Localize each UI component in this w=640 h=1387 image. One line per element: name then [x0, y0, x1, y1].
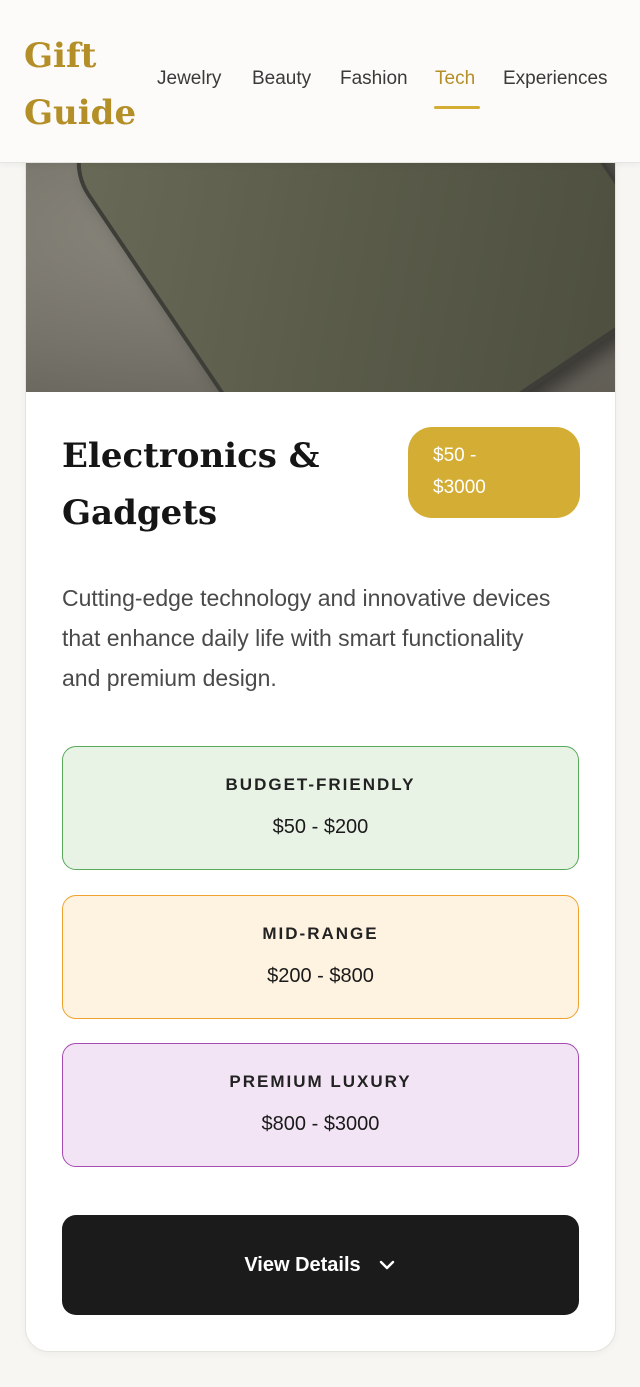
nav-item-experiences[interactable]: Experiences	[503, 66, 608, 92]
chevron-down-icon	[379, 1260, 394, 1270]
tier-range: $800 - $3000	[261, 1113, 380, 1135]
active-tab-indicator	[434, 106, 480, 109]
logo-line-1: Gift	[24, 36, 97, 76]
logo-line-2: Guide	[24, 93, 137, 133]
tier-name: MID-RANGE	[262, 924, 379, 943]
tier-budget-friendly: BUDGET-FRIENDLY $50 - $200	[62, 746, 579, 870]
price-range-badge: $50 - $3000	[408, 427, 580, 518]
tier-name: BUDGET-FRIENDLY	[225, 775, 416, 794]
category-card: Electronics & Gadgets $50 - $3000 Cuttin…	[25, 120, 616, 1352]
price-badge-line-2: $3000	[433, 477, 486, 498]
logo[interactable]: Gift Guide	[24, 28, 154, 142]
view-details-label: View Details	[244, 1253, 361, 1276]
site-header: Gift Guide Jewelry Beauty Fashion Tech E…	[0, 0, 640, 163]
nav-item-tech[interactable]: Tech	[435, 66, 475, 92]
nav-item-jewelry[interactable]: Jewelry	[157, 66, 221, 92]
price-badge-line-1: $50 -	[433, 445, 477, 466]
card-title-line-1: Electronics &	[62, 436, 320, 476]
nav-item-beauty[interactable]: Beauty	[252, 66, 311, 92]
nav-item-fashion[interactable]: Fashion	[340, 66, 408, 92]
card-title-line-2: Gadgets	[62, 493, 218, 533]
card-description: Cutting-edge technology and innovative d…	[62, 585, 551, 691]
tier-range: $200 - $800	[267, 965, 374, 987]
tier-name: PREMIUM LUXURY	[229, 1072, 412, 1091]
card-title: Electronics & Gadgets	[62, 428, 362, 542]
view-details-button[interactable]: View Details	[62, 1215, 579, 1315]
tier-premium-luxury: PREMIUM LUXURY $800 - $3000	[62, 1043, 579, 1167]
tier-range: $50 - $200	[272, 816, 369, 838]
tier-mid-range: MID-RANGE $200 - $800	[62, 895, 579, 1019]
